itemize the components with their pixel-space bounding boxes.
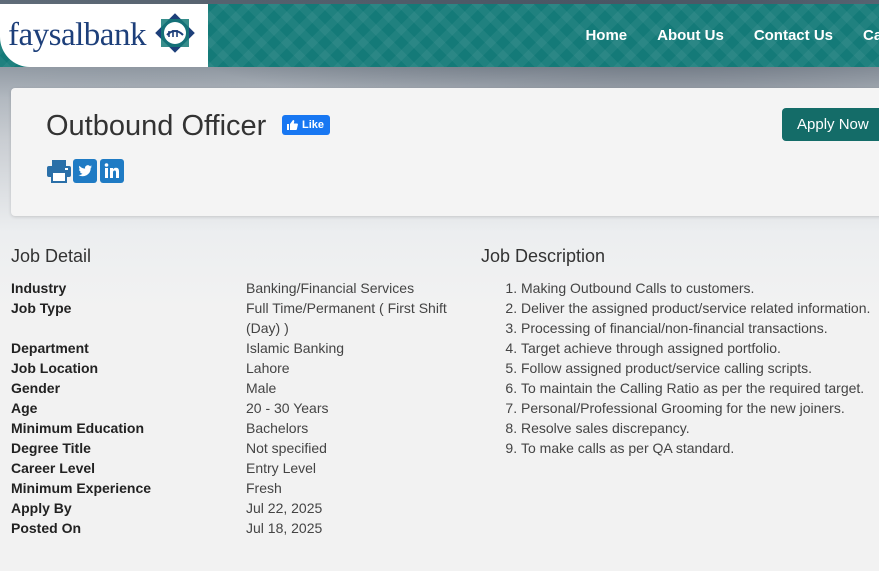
detail-key: Degree Title [11,440,91,456]
nav-contact-us[interactable]: Contact Us [754,27,833,44]
detail-key: Industry [11,280,67,296]
detail-row-gender: Gender Male [11,378,471,398]
share-icons [46,159,124,183]
detail-value: Jul 22, 2025 [246,500,323,516]
nav-about-us[interactable]: About Us [657,27,724,44]
detail-value: Jul 18, 2025 [246,520,323,536]
nav-home[interactable]: Home [585,27,627,44]
detail-value: Bachelors [246,420,309,436]
detail-row-minimum-education: Minimum Education Bachelors [11,418,471,438]
detail-row-industry: Industry Banking/Financial Services [11,278,471,298]
list-item: Processing of financial/non-financial tr… [521,318,870,338]
detail-row-department: Department Islamic Banking [11,338,471,358]
list-item: Target achieve through assigned portfoli… [521,338,870,358]
list-item: Deliver the assigned product/service rel… [521,298,870,318]
list-item: Resolve sales discrepancy. [521,418,870,438]
apply-now-button[interactable]: Apply Now [782,108,879,141]
nav-careers[interactable]: Ca [863,27,879,44]
detail-value: Lahore [246,360,290,376]
detail-value: Banking/Financial Services [246,280,415,296]
detail-row-minimum-experience: Minimum Experience Fresh [11,478,471,498]
detail-value: 20 - 30 Years [246,400,329,416]
detail-key: Minimum Education [11,420,144,436]
logo[interactable]: faysalbank [0,4,208,67]
logo-text: faysalbank [8,17,146,53]
linkedin-icon[interactable] [100,159,124,183]
page-title: Outbound Officer [46,110,267,142]
logo-emblem-icon [152,10,198,61]
main-nav: Home About Us Contact Us Ca [585,4,879,67]
detail-key: Department [11,340,89,356]
detail-row-degree-title: Degree Title Not specified [11,438,471,458]
detail-key: Gender [11,380,61,396]
detail-value: Fresh [246,480,282,496]
list-item: Personal/Professional Grooming for the n… [521,398,870,418]
job-title-card: Outbound Officer Like Apply Now [11,88,879,216]
print-icon[interactable] [46,159,71,183]
job-description-list: Making Outbound Calls to customers. Deli… [481,278,870,458]
detail-key: Job Location [11,360,99,376]
list-item: Follow assigned product/service calling … [521,358,870,378]
list-item: To maintain the Calling Ratio as per the… [521,378,870,398]
detail-value: Entry Level [246,460,317,476]
detail-key: Job Type [11,300,72,316]
site-header: faysalbank Home About Us Contact Us Ca [0,4,879,67]
thumbs-up-icon [287,120,298,130]
detail-row-job-location: Job Location Lahore [11,358,471,378]
list-item: Making Outbound Calls to customers. [521,278,870,298]
detail-value: Full Time/Permanent ( First Shift (Day) … [246,300,447,336]
detail-row-posted-on: Posted On Jul 18, 2025 [11,518,471,538]
job-detail-table: Industry Banking/Financial Services Job T… [11,278,471,538]
job-detail-heading: Job Detail [11,246,92,266]
detail-value: Islamic Banking [246,340,345,356]
facebook-like-button[interactable]: Like [282,115,331,135]
detail-row-apply-by: Apply By Jul 22, 2025 [11,498,471,518]
detail-key: Posted On [11,520,82,536]
detail-key: Age [11,400,38,416]
detail-value: Not specified [246,440,327,456]
twitter-icon[interactable] [73,159,97,183]
detail-key: Career Level [11,460,96,476]
list-item: To make calls as per QA standard. [521,438,870,458]
detail-row-career-level: Career Level Entry Level [11,458,471,478]
detail-key: Apply By [11,500,72,516]
detail-value: Male [246,380,277,396]
detail-row-job-type: Job Type Full Time/Permanent ( First Shif… [11,298,471,338]
detail-key: Minimum Experience [11,480,152,496]
job-description-heading: Job Description [481,246,606,266]
like-label: Like [302,119,325,131]
detail-row-age: Age 20 - 30 Years [11,398,471,418]
